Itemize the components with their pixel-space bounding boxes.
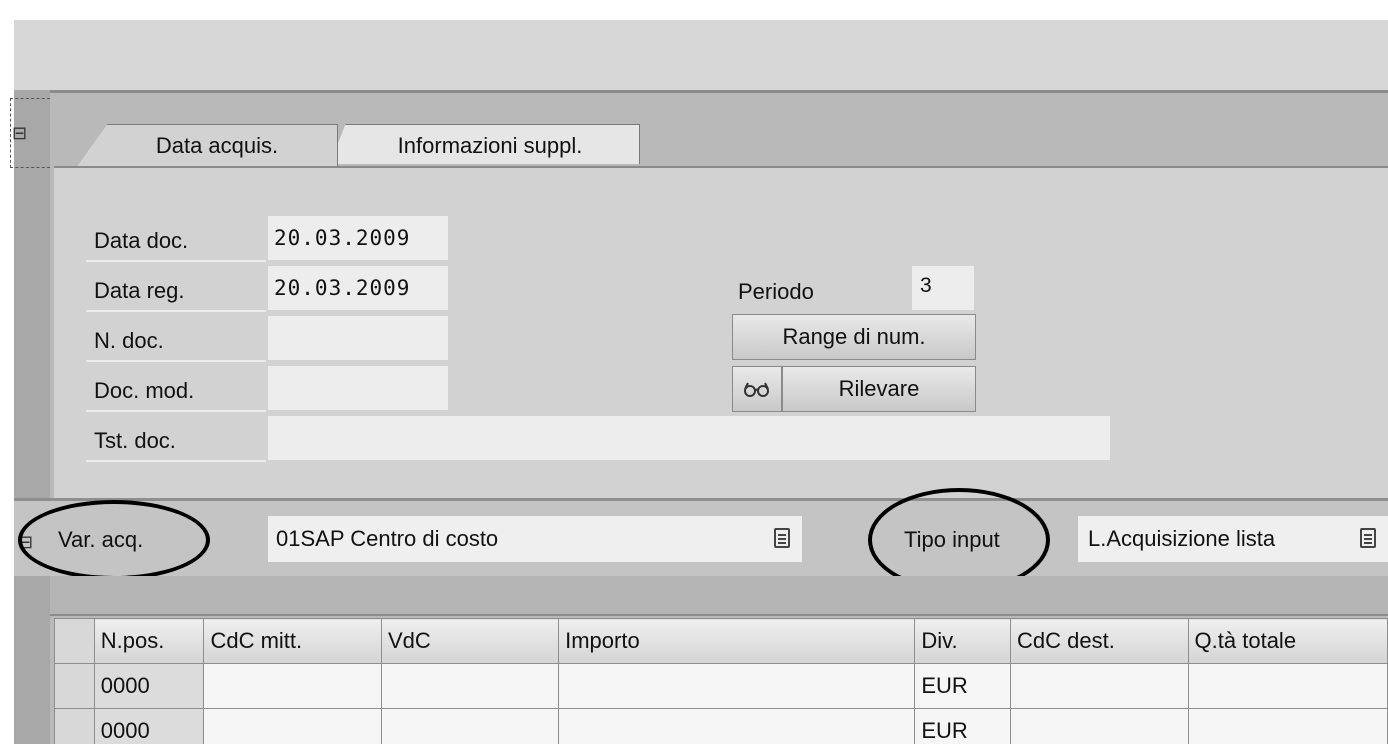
col-header[interactable]: Div. — [914, 618, 1012, 664]
glasses-icon[interactable] — [732, 366, 782, 412]
grid-cell[interactable] — [1187, 708, 1388, 744]
data-doc-field[interactable]: 20.03.2009 — [268, 216, 448, 260]
var-acq-field[interactable]: 01SAP Centro di costo — [268, 516, 802, 562]
n-doc-field[interactable] — [268, 316, 448, 360]
grid-cell[interactable] — [380, 663, 560, 709]
grid-cell: 0000 — [93, 663, 205, 709]
grid-cell[interactable] — [1187, 663, 1388, 709]
col-header[interactable]: CdC mitt. — [203, 618, 382, 664]
doc-mod-field[interactable] — [268, 366, 448, 410]
range-di-num-button[interactable]: Range di num. — [732, 314, 976, 360]
toolbar-area — [14, 20, 1388, 90]
n-doc-label: N. doc. — [86, 318, 266, 362]
var-acq-value: 01SAP Centro di costo — [276, 526, 499, 551]
grid-cell: 0000 — [93, 708, 205, 744]
periodo-field[interactable]: 3 — [912, 266, 974, 310]
periodo-label: Periodo — [738, 279, 814, 304]
col-header[interactable]: N.pos. — [93, 618, 205, 664]
grid-cell[interactable] — [203, 663, 382, 709]
tipo-input-value: L.Acquisizione lista — [1088, 526, 1276, 551]
col-header[interactable]: CdC dest. — [1010, 618, 1189, 664]
tst-doc-field[interactable] — [268, 416, 1110, 460]
entry-grid: N.pos. CdC mitt. VdC Importo Div. CdC de… — [54, 618, 1388, 744]
select-all-cell[interactable] — [54, 618, 95, 664]
doc-mod-label: Doc. mod. — [86, 368, 266, 412]
tab-informazioni-suppl[interactable]: Informazioni suppl. — [330, 124, 640, 164]
grid-cell[interactable] — [558, 708, 916, 744]
row-selector[interactable] — [54, 663, 95, 709]
grid-cell[interactable] — [203, 708, 382, 744]
glasses-icon-svg — [744, 382, 769, 397]
grid-cell[interactable] — [1010, 663, 1189, 709]
screen: ⊟ Informazioni suppl. Data acquis. Data … — [0, 0, 1388, 744]
col-header[interactable]: VdC — [380, 618, 560, 664]
grid-toolbar — [50, 576, 1388, 616]
data-doc-label: Data doc. — [86, 218, 266, 262]
cropped-heading — [0, 0, 1388, 16]
grid-cell[interactable] — [1010, 708, 1189, 744]
grid-header-row: N.pos. CdC mitt. VdC Importo Div. CdC de… — [54, 618, 1388, 664]
left-strip — [14, 90, 50, 744]
row-selector[interactable] — [54, 708, 95, 744]
grid-cell[interactable]: EUR — [914, 708, 1012, 744]
col-header[interactable]: Importo — [558, 618, 916, 664]
data-reg-field[interactable]: 20.03.2009 — [268, 266, 448, 310]
tst-doc-label: Tst. doc. — [86, 418, 266, 462]
grid-cell[interactable]: EUR — [914, 663, 1012, 709]
list-icon[interactable] — [1360, 528, 1376, 548]
data-reg-label: Data reg. — [86, 268, 266, 312]
tab-data-acquis[interactable]: Data acquis. — [76, 124, 338, 168]
list-icon[interactable] — [774, 528, 790, 548]
col-header[interactable]: Q.tà totale — [1187, 618, 1388, 664]
table-row: 0000 EUR — [54, 708, 1388, 744]
tipo-input-field[interactable]: L.Acquisizione lista — [1078, 516, 1388, 562]
rilevare-button[interactable]: Rilevare — [782, 366, 976, 412]
collapse-icon[interactable]: ⊟ — [12, 122, 46, 144]
table-row: 0000 EUR — [54, 663, 1388, 709]
grid-cell[interactable] — [558, 663, 916, 709]
annotation-circle — [18, 500, 210, 580]
grid-cell[interactable] — [380, 708, 560, 744]
